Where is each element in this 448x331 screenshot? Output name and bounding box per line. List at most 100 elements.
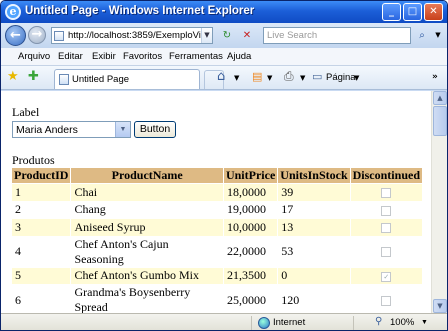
address-toolbar: ← → http://localhost:3859/ExemploView ▼ … <box>1 23 447 48</box>
title-bar: e Untitled Page - Windows Internet Explo… <box>1 1 447 23</box>
chevron-down-icon[interactable]: ▼ <box>234 74 239 82</box>
address-input[interactable]: http://localhost:3859/ExemploView <box>68 30 205 41</box>
cell-product-id: 2 <box>10 200 72 219</box>
grid-header-row: ProductID ProductName UnitPrice UnitsInS… <box>10 167 424 184</box>
refresh-icon: ↻ <box>222 30 232 41</box>
cell-unit-price: 10,0000 <box>222 218 279 237</box>
cell-product-name: Chang <box>70 200 224 219</box>
page-menu-button[interactable]: Página <box>326 72 356 83</box>
table-row: 2 Chang 19,0000 17 <box>10 200 424 219</box>
print-icon[interactable]: ⎙ <box>284 69 294 84</box>
refresh-button[interactable]: ↻ <box>219 28 235 43</box>
table-row: 3 Aniseed Syrup 10,0000 13 <box>10 218 424 237</box>
menu-item-ferramentas[interactable]: Ferramentas <box>169 51 223 62</box>
stop-button[interactable]: ✕ <box>239 28 255 43</box>
chevron-down-icon: ▼ <box>435 31 441 39</box>
cell-discontinued: ✓ <box>349 266 424 285</box>
stop-icon: ✕ <box>242 30 252 41</box>
back-arrow-icon: ← <box>10 28 21 43</box>
cell-discontinued <box>349 218 424 237</box>
status-bar: Internet ⚲ 100% ▼ <box>1 313 447 330</box>
table-row: 4 Chef Anton's Cajun Seasoning 22,0000 53 <box>10 235 424 268</box>
tab-bar: ★ ✚ Untitled Page ⌂ ▼ ▤ ▼ ⎙ ▼ ▭ Página ▼… <box>1 66 447 90</box>
zoom-icon[interactable]: ⚲ <box>375 316 382 327</box>
cell-units-in-stock: 17 <box>277 200 351 219</box>
feeds-icon[interactable]: ▤ <box>252 70 262 83</box>
tab-untitled-page[interactable]: Untitled Page <box>54 69 200 89</box>
cell-product-id: 1 <box>10 183 72 202</box>
window-title: Untitled Page - Windows Internet Explore… <box>25 5 255 17</box>
page-content: Label Maria Anders ▼ Button Produtos Pro… <box>1 91 431 313</box>
search-input[interactable]: Live Search <box>267 30 317 41</box>
submit-button[interactable]: Button <box>134 121 176 138</box>
menu-item-favoritos[interactable]: Favoritos <box>123 51 162 62</box>
search-button[interactable]: ⌕ <box>414 28 430 43</box>
menu-item-arquivo[interactable]: Arquivo <box>18 51 50 62</box>
cell-units-in-stock: 0 <box>277 266 351 285</box>
cell-product-name: Chef Anton's Cajun Seasoning <box>70 235 224 268</box>
discontinued-checkbox <box>381 188 392 198</box>
cell-units-in-stock: 120 <box>277 284 351 313</box>
grid-caption: Produtos <box>12 153 55 167</box>
discontinued-checkbox <box>381 205 392 216</box>
menu-item-exibir[interactable]: Exibir <box>92 51 116 62</box>
scroll-thumb[interactable] <box>433 106 447 136</box>
table-row: 1 Chai 18,0000 39 <box>10 183 424 202</box>
minimize-button[interactable]: _ <box>382 3 401 21</box>
header-units-in-stock: UnitsInStock <box>277 167 351 184</box>
favorites-star-icon[interactable]: ★ <box>7 69 19 84</box>
cell-unit-price: 22,0000 <box>222 235 279 268</box>
scroll-up-arrow-icon[interactable]: ▲ <box>433 91 447 105</box>
search-options-button[interactable]: ▼ <box>430 28 446 43</box>
chevron-down-icon[interactable]: ▼ <box>115 122 130 137</box>
vertical-scrollbar[interactable]: ▲ ▼ <box>431 91 447 313</box>
cell-product-id: 5 <box>10 266 72 285</box>
maximize-button[interactable]: □ <box>403 3 422 21</box>
cell-product-id: 3 <box>10 218 72 237</box>
tab-label: Untitled Page <box>72 74 130 85</box>
menu-item-editar[interactable]: Editar <box>58 51 83 62</box>
zoom-level[interactable]: 100% <box>390 317 414 328</box>
customer-select[interactable]: Maria Anders ▼ <box>12 121 131 138</box>
chevron-down-icon[interactable]: ▼ <box>267 74 272 82</box>
back-button[interactable]: ← <box>5 25 26 46</box>
form-label: Label <box>12 105 40 119</box>
chevron-down-icon[interactable]: ▼ <box>300 74 305 82</box>
chevron-down-icon[interactable]: ▼ <box>201 28 212 43</box>
cell-product-name: Aniseed Syrup <box>70 218 224 237</box>
discontinued-checkbox <box>381 223 392 233</box>
page-icon <box>54 31 64 41</box>
cell-discontinued <box>349 183 424 202</box>
forward-button[interactable]: → <box>28 26 46 44</box>
header-product-name: ProductName <box>70 167 224 184</box>
scroll-down-arrow-icon[interactable]: ▼ <box>433 299 447 313</box>
chevron-more-icon[interactable]: » <box>432 72 438 82</box>
search-box[interactable]: Live Search <box>263 27 411 44</box>
menu-item-ajuda[interactable]: Ajuda <box>227 51 251 62</box>
home-icon[interactable]: ⌂ <box>217 69 225 84</box>
cell-units-in-stock: 13 <box>277 218 351 237</box>
close-button[interactable]: ✕ <box>424 3 443 21</box>
browser-window: e Untitled Page - Windows Internet Explo… <box>0 0 448 331</box>
add-favorite-icon[interactable]: ✚ <box>28 69 39 84</box>
page-menu-icon[interactable]: ▭ <box>312 70 322 83</box>
cell-product-name: Grandma's Boysenberry Spread <box>70 284 224 313</box>
zone-label: Internet <box>273 317 306 328</box>
table-row: 6 Grandma's Boysenberry Spread 25,0000 120 <box>10 284 424 313</box>
forward-arrow-icon: → <box>31 27 43 42</box>
discontinued-checkbox <box>381 295 392 306</box>
products-grid: ProductID ProductName UnitPrice UnitsInS… <box>10 167 424 313</box>
cell-product-id: 4 <box>10 235 72 268</box>
chevron-down-icon[interactable]: ▼ <box>421 319 428 326</box>
cell-unit-price: 25,0000 <box>222 284 279 313</box>
status-divider <box>251 316 252 330</box>
cell-units-in-stock: 39 <box>277 183 351 202</box>
table-row: 5 Chef Anton's Gumbo Mix 21,3500 0 ✓ <box>10 266 424 285</box>
page-icon <box>59 74 69 85</box>
cell-units-in-stock: 53 <box>277 235 351 268</box>
discontinued-checkbox: ✓ <box>381 271 392 282</box>
address-bar[interactable]: http://localhost:3859/ExemploView ▼ <box>51 27 213 44</box>
header-product-id: ProductID <box>10 167 72 184</box>
menu-bar: Arquivo Editar Exibir Favoritos Ferramen… <box>1 48 447 66</box>
chevron-down-icon[interactable]: ▼ <box>354 74 359 82</box>
